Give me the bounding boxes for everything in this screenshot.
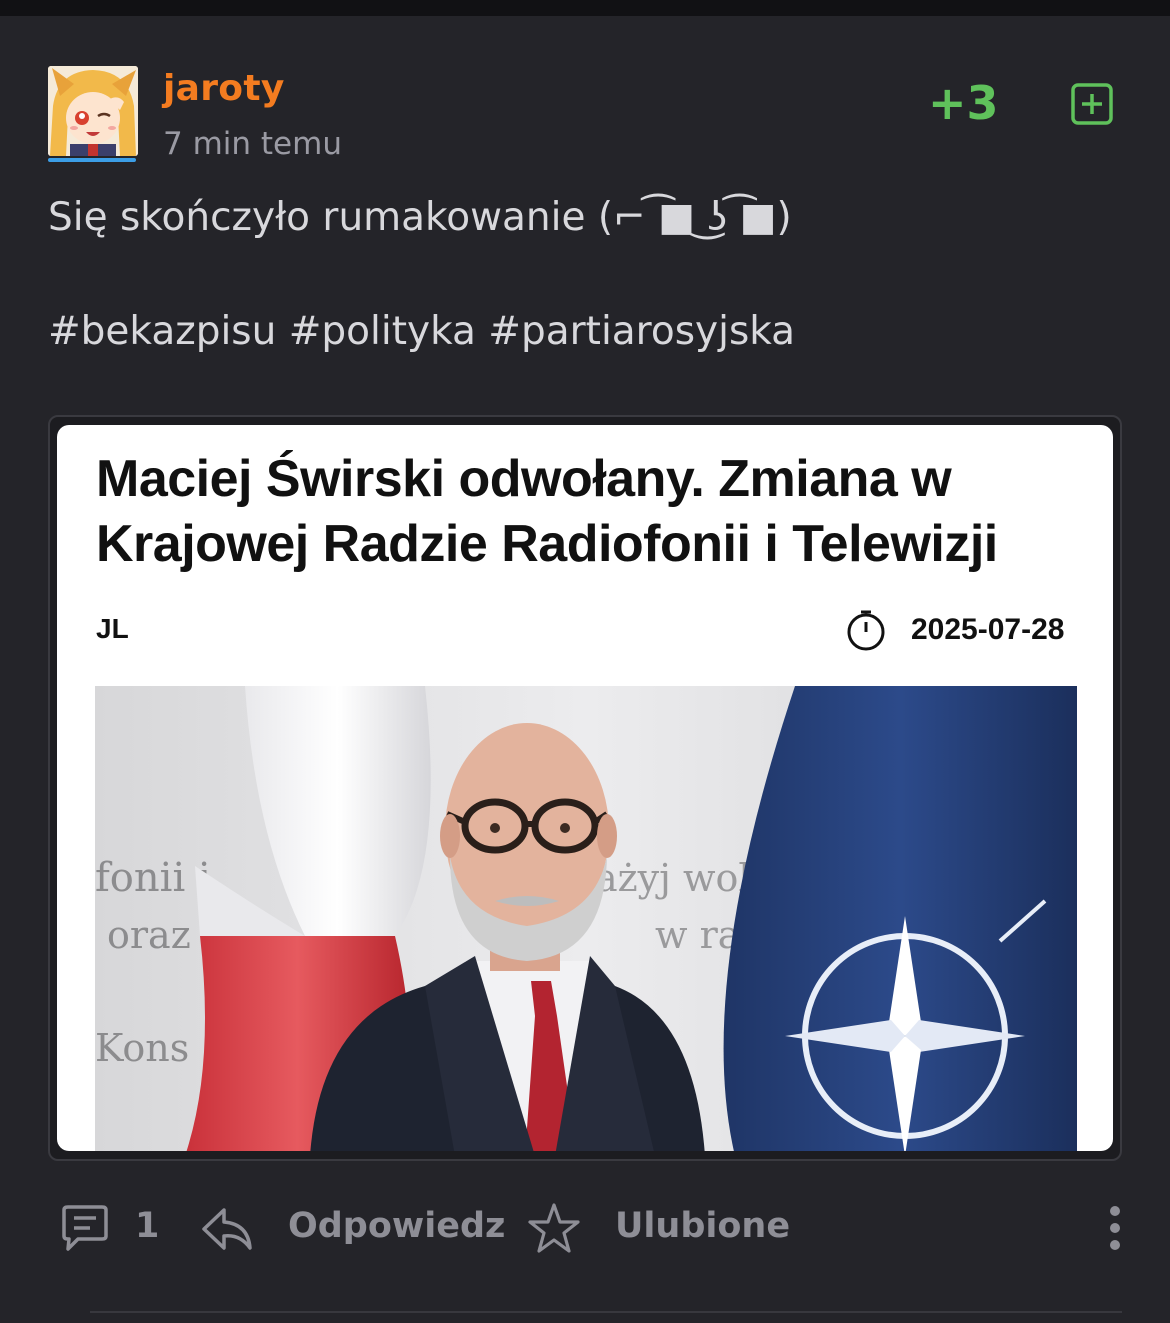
reply-button[interactable]: Odpowiedz xyxy=(288,1206,505,1246)
star-icon[interactable] xyxy=(528,1202,580,1258)
username[interactable]: jaroty xyxy=(163,68,285,109)
embedded-article-image[interactable]: Maciej Świrski odwołany. Zmiana w Krajow… xyxy=(57,425,1113,1151)
tag-link[interactable]: #partiarosyjska xyxy=(488,309,795,354)
tag-link[interactable]: #polityka xyxy=(289,309,476,354)
comment-icon[interactable] xyxy=(60,1204,110,1258)
post-card: jaroty 7 min temu +3 Się skończyło rumak… xyxy=(0,16,1170,1323)
divider xyxy=(90,1311,1122,1313)
comment-count[interactable]: 1 xyxy=(135,1206,159,1246)
post-content: Się skończyło rumakowanie (⌐ ͡■ ͜ʖ ͡■) xyxy=(48,195,792,240)
user-avatar[interactable] xyxy=(48,66,138,156)
reply-icon[interactable] xyxy=(200,1204,254,1258)
wall-text: ażyj wol xyxy=(595,856,751,900)
article-author: JL xyxy=(96,613,129,644)
wall-text: fonii i xyxy=(95,855,211,901)
article-photo: fonii i oraz Kons ażyj wol w ra i. xyxy=(95,686,1077,1151)
wall-text: oraz xyxy=(107,913,191,957)
anime-avatar-image xyxy=(48,66,138,156)
wall-text: Kons xyxy=(95,1026,189,1070)
post-time: 7 min temu xyxy=(163,126,342,162)
vote-count: +3 xyxy=(928,76,999,130)
tag-link[interactable]: #bekazpisu xyxy=(48,309,276,354)
wall-text: w ra xyxy=(655,913,740,957)
top-bar xyxy=(0,0,1170,16)
avatar-status-bar xyxy=(48,158,136,162)
plus-square-icon[interactable] xyxy=(1070,82,1114,126)
more-vertical-icon[interactable] xyxy=(1104,1204,1126,1256)
post-tags: #bekazpisu #polityka #partiarosyjska xyxy=(48,308,795,356)
article-date: 2025-07-28 xyxy=(911,613,1065,646)
article-title: Maciej Świrski odwołany. Zmiana w Krajow… xyxy=(96,450,998,573)
clock-icon xyxy=(845,609,887,651)
favorite-button[interactable]: Ulubione xyxy=(615,1206,790,1246)
